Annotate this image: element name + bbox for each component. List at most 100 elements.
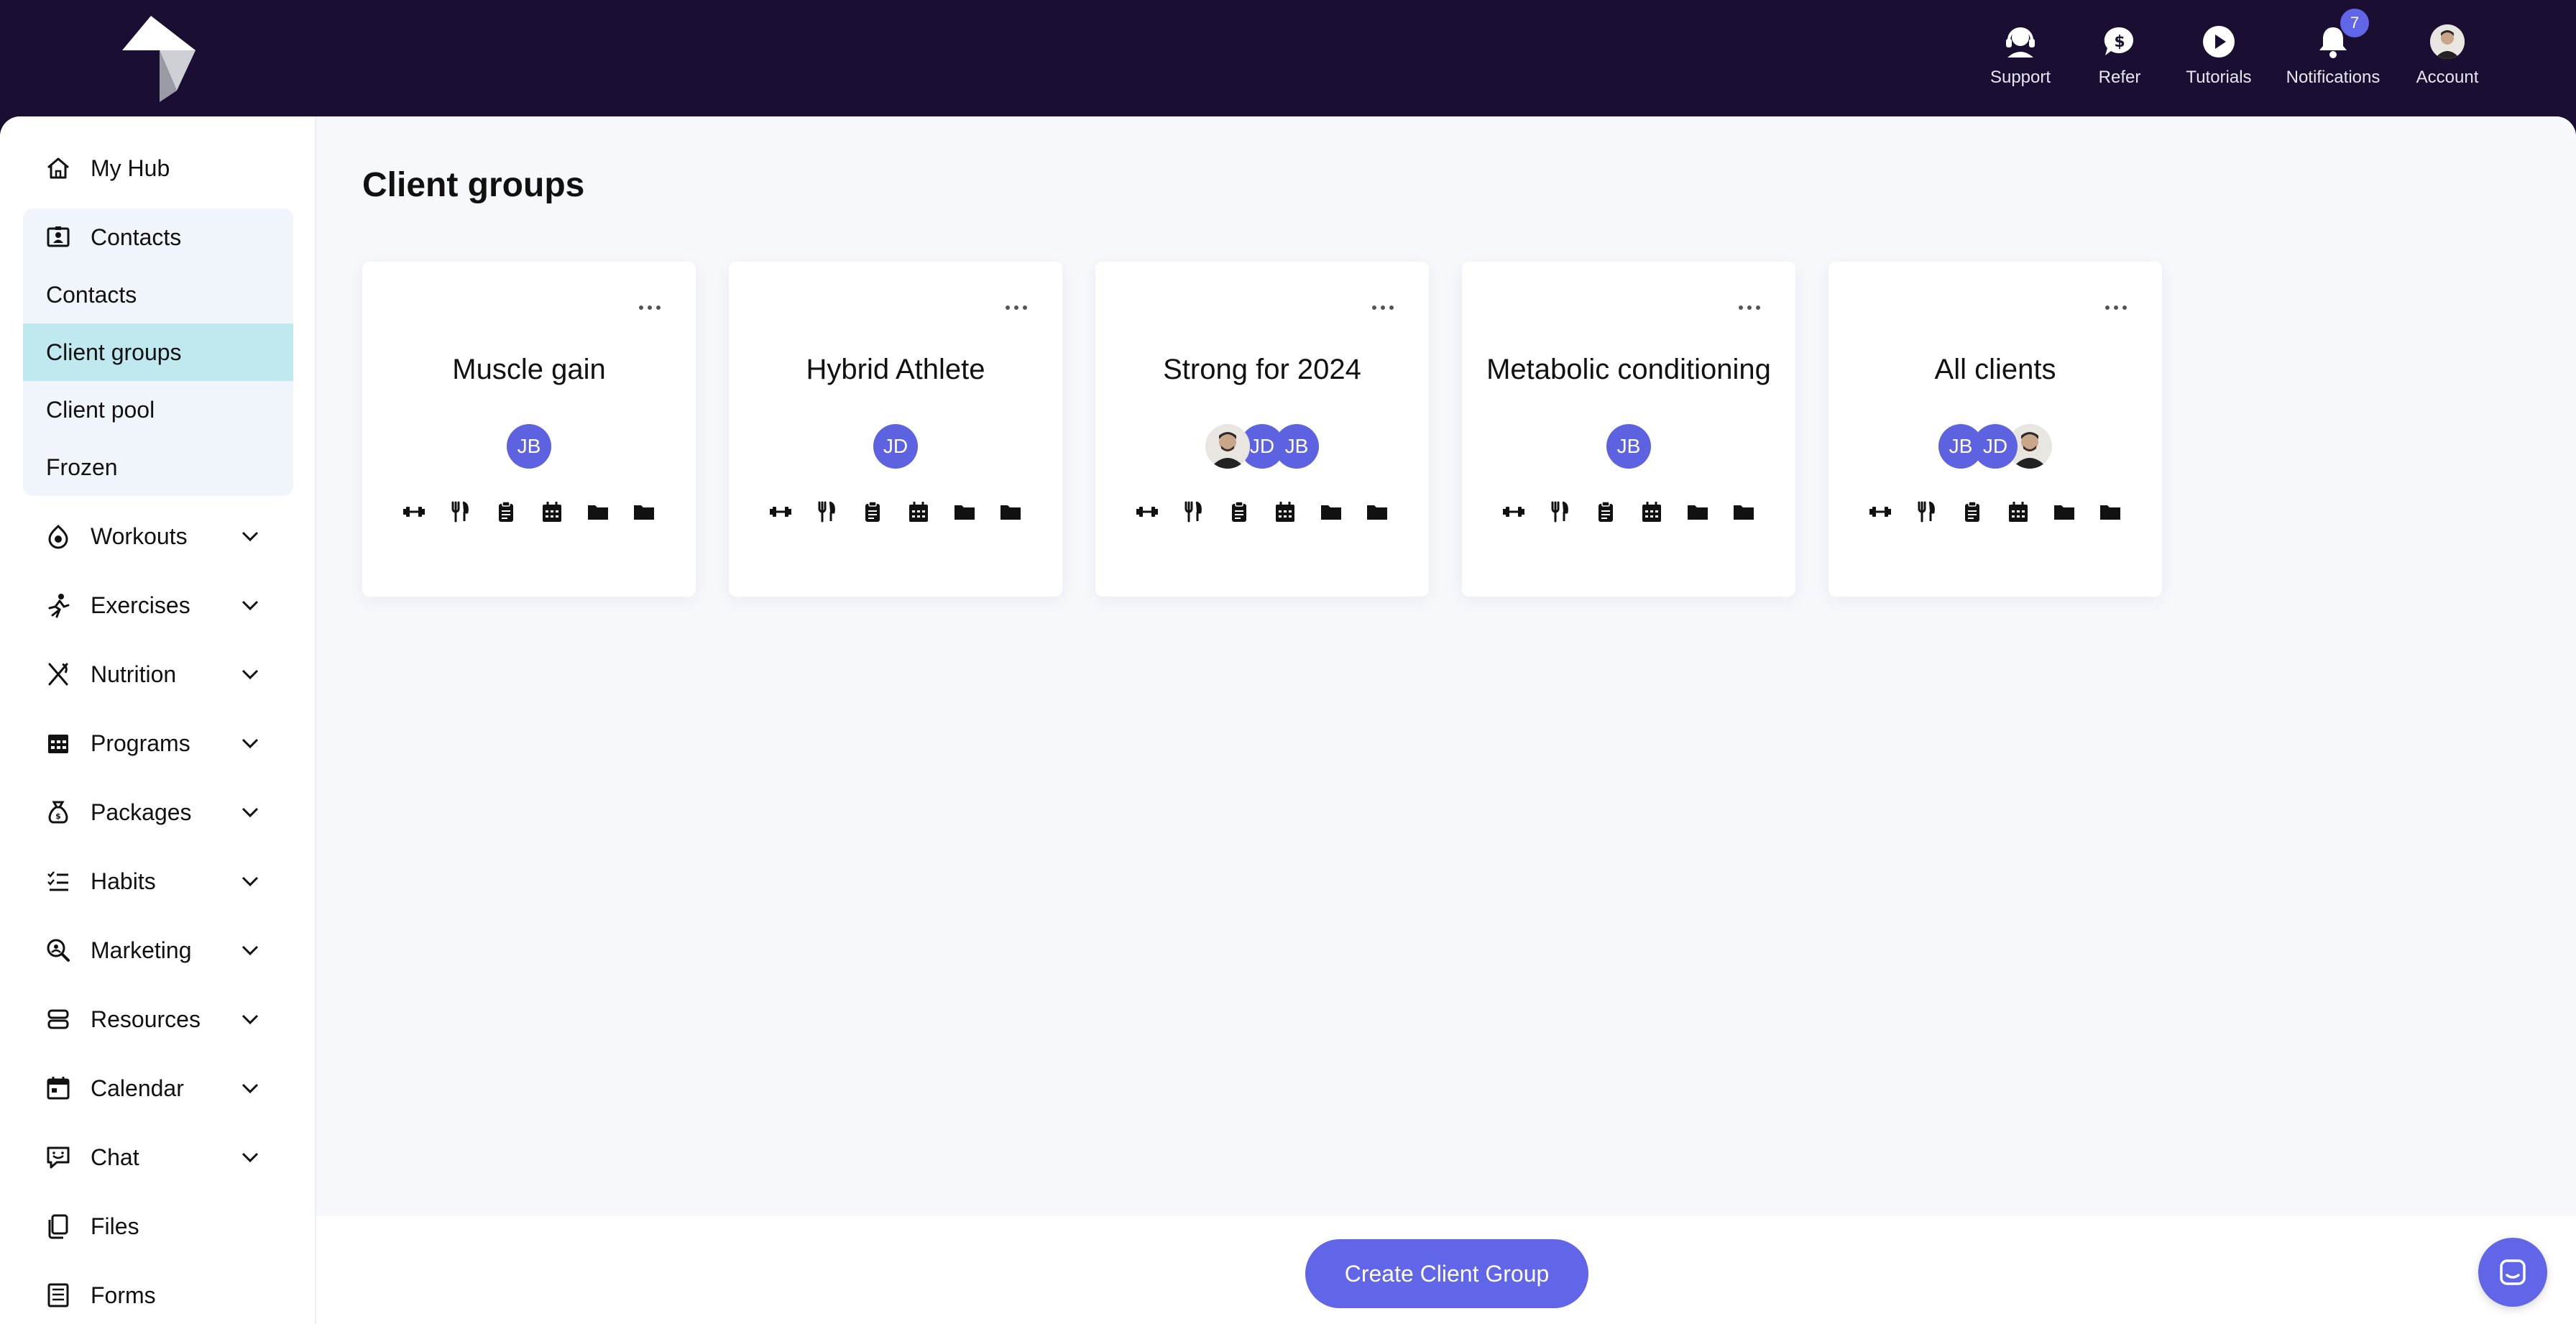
headset-icon — [2002, 23, 2039, 60]
calendar-icon[interactable] — [1272, 499, 1298, 525]
fork-knife-icon[interactable] — [814, 499, 840, 525]
clipboard-icon[interactable] — [1959, 499, 1985, 525]
folder-icon[interactable] — [2097, 499, 2123, 525]
refer-button[interactable]: $ Refer — [2070, 20, 2169, 92]
sidebar-item-chat[interactable]: Chat — [23, 1128, 293, 1186]
dumbbell-icon[interactable] — [768, 499, 794, 525]
client-group-card[interactable]: Muscle gain JB — [362, 262, 696, 597]
client-group-card[interactable]: Metabolic conditioning JB — [1462, 262, 1795, 597]
account-label: Account — [2416, 68, 2479, 87]
member-avatars: JB — [362, 424, 696, 469]
dumbbell-icon[interactable] — [1867, 499, 1893, 525]
clipboard-icon[interactable] — [1226, 499, 1252, 525]
chevron-down-icon — [242, 669, 259, 680]
sidebar-item-label: Marketing — [91, 937, 192, 963]
folder-icon[interactable] — [952, 499, 978, 525]
notification-badge: 7 — [2340, 9, 2369, 37]
chevron-down-icon — [242, 738, 259, 749]
calendar-icon[interactable] — [906, 499, 932, 525]
client-group-name: Metabolic conditioning — [1486, 354, 1771, 385]
folder-icon[interactable] — [2051, 499, 2077, 525]
avatar — [2430, 24, 2465, 59]
more-options-icon[interactable] — [1003, 302, 1029, 313]
sidebar-sub-frozen[interactable]: Frozen — [23, 438, 293, 496]
avatar-initials[interactable]: JB — [1938, 424, 1983, 469]
sidebar-item-calendar[interactable]: Calendar — [23, 1059, 293, 1117]
chevron-down-icon — [242, 945, 259, 956]
folder-icon[interactable] — [631, 499, 657, 525]
app-logo[interactable] — [115, 16, 204, 102]
sidebar-item-label: Calendar — [91, 1075, 184, 1101]
clipboard-icon[interactable] — [1593, 499, 1619, 525]
sidebar-item-my-hub[interactable]: My Hub — [23, 139, 293, 197]
member-avatars: JB — [1462, 424, 1795, 469]
folder-icon[interactable] — [1685, 499, 1711, 525]
folder-icon[interactable] — [1318, 499, 1344, 525]
sidebar-item-nutrition[interactable]: Nutrition — [23, 645, 293, 703]
avatar-initials[interactable]: JD — [873, 424, 918, 469]
support-label: Support — [1990, 68, 2051, 87]
top-bar: Support $ Refer Tutorials 7 Notification… — [0, 0, 2576, 116]
sidebar-item-exercises[interactable]: Exercises — [23, 576, 293, 634]
notifications-button[interactable]: 7 Notifications — [2268, 9, 2398, 92]
form-icon — [43, 1280, 73, 1310]
sidebar-item-files[interactable]: Files — [23, 1197, 293, 1255]
chat-launcher-button[interactable] — [2478, 1238, 2547, 1307]
sidebar-item-resources[interactable]: Resources — [23, 990, 293, 1048]
clipboard-icon[interactable] — [493, 499, 519, 525]
support-button[interactable]: Support — [1971, 20, 2070, 92]
calendar-icon[interactable] — [2005, 499, 2031, 525]
folder-icon[interactable] — [585, 499, 611, 525]
dumbbell-icon[interactable] — [1501, 499, 1527, 525]
clipboard-icon[interactable] — [860, 499, 886, 525]
sidebar-sub-client-groups[interactable]: Client groups — [23, 323, 293, 381]
sidebar-item-label: Forms — [91, 1282, 156, 1308]
avatar[interactable] — [1205, 424, 1250, 469]
fork-knife-icon[interactable] — [447, 499, 473, 525]
folder-icon[interactable] — [1731, 499, 1757, 525]
footer-bar: Create Client Group — [316, 1216, 2576, 1324]
client-group-card[interactable]: All clients JB JD — [1828, 262, 2162, 597]
sidebar-item-programs[interactable]: Programs — [23, 714, 293, 772]
folder-icon[interactable] — [998, 499, 1024, 525]
fork-knife-icon[interactable] — [1180, 499, 1206, 525]
sidebar-item-habits[interactable]: Habits — [23, 852, 293, 910]
sidebar-sub-client-pool[interactable]: Client pool — [23, 381, 293, 438]
folder-icon[interactable] — [1364, 499, 1390, 525]
magnify-icon — [43, 935, 73, 965]
more-options-icon[interactable] — [2103, 302, 2129, 313]
sidebar-item-label: Programs — [91, 730, 190, 756]
more-options-icon[interactable] — [1736, 302, 1762, 313]
account-button[interactable]: Account — [2398, 20, 2497, 92]
sidebar-item-workouts[interactable]: Workouts — [23, 507, 293, 565]
client-group-card[interactable]: Hybrid Athlete JD — [729, 262, 1062, 597]
dumbbell-icon[interactable] — [1134, 499, 1160, 525]
sidebar-item-forms[interactable]: Forms — [23, 1266, 293, 1324]
tutorials-button[interactable]: Tutorials — [2169, 20, 2268, 92]
chevron-down-icon — [242, 1152, 259, 1163]
sidebar-item-label: Workouts — [91, 523, 188, 549]
play-icon — [2200, 23, 2237, 60]
sidebar-sub-contacts[interactable]: Contacts — [23, 266, 293, 323]
more-options-icon[interactable] — [637, 302, 663, 313]
calendar-icon[interactable] — [539, 499, 565, 525]
more-options-icon[interactable] — [1370, 302, 1396, 313]
sidebar-item-packages[interactable]: $ Packages — [23, 783, 293, 841]
sidebar-item-marketing[interactable]: Marketing — [23, 921, 293, 979]
chevron-down-icon — [242, 807, 259, 818]
sidebar-item-label: Habits — [91, 868, 156, 894]
dumbbell-icon[interactable] — [401, 499, 427, 525]
fork-knife-icon[interactable] — [1547, 499, 1573, 525]
create-client-group-button[interactable]: Create Client Group — [1305, 1239, 1588, 1308]
client-group-card[interactable]: Strong for 2024 JD JB — [1095, 262, 1429, 597]
group-feature-icons — [1462, 499, 1795, 525]
calendar-icon[interactable] — [1639, 499, 1665, 525]
checklist-icon — [43, 866, 73, 896]
fork-knife-icon[interactable] — [1913, 499, 1939, 525]
avatar-initials[interactable]: JB — [507, 424, 551, 469]
chevron-down-icon — [242, 876, 259, 887]
sidebar-item-contacts[interactable]: Contacts — [23, 208, 293, 266]
tutorials-label: Tutorials — [2186, 68, 2252, 87]
avatar-initials[interactable]: JB — [1606, 424, 1651, 469]
chevron-down-icon — [242, 531, 259, 542]
